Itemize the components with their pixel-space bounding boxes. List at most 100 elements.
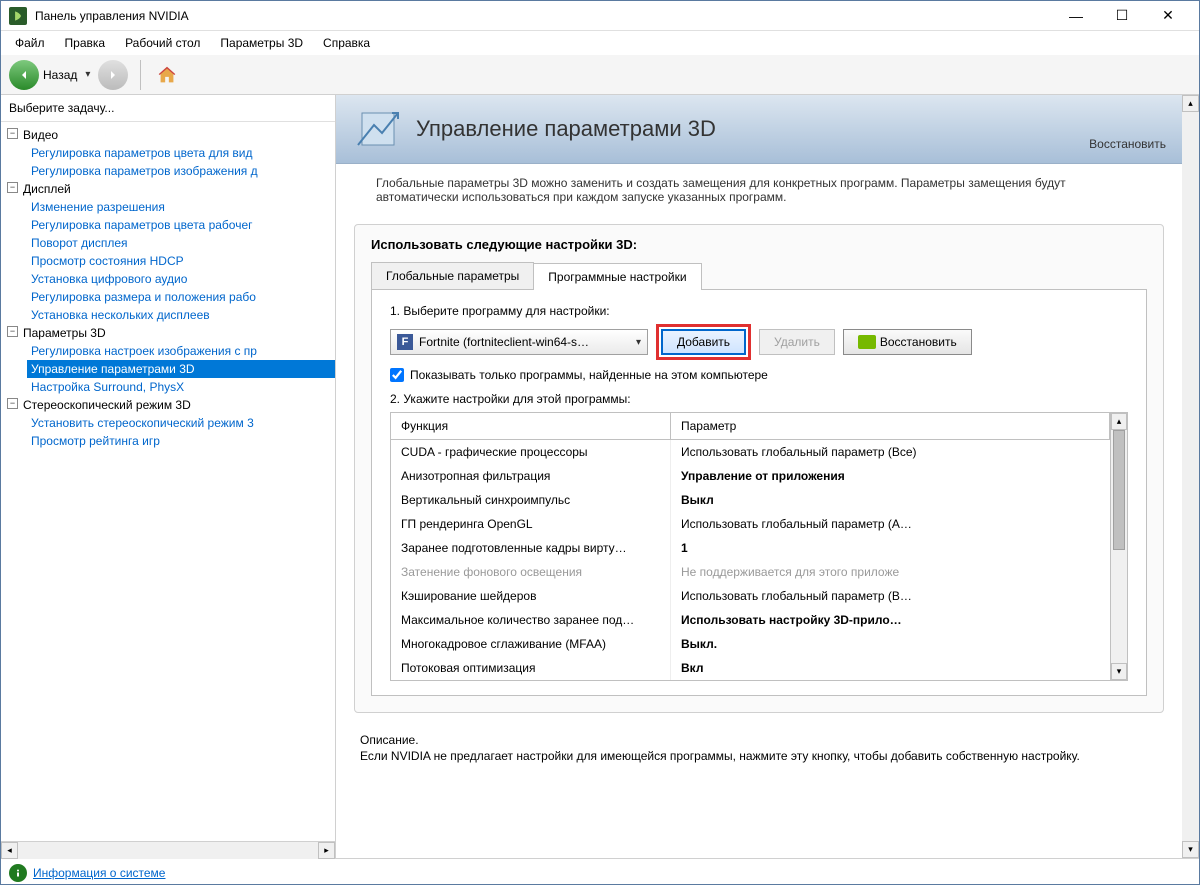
table-row[interactable]: Анизотропная фильтрацияУправление от при… [391, 464, 1110, 488]
program-select[interactable]: F Fortnite (fortniteclient-win64-s… ▾ [390, 329, 648, 355]
step2-label: 2. Укажите настройки для этой программы: [390, 392, 1128, 406]
menu-help[interactable]: Справка [313, 33, 380, 53]
system-info-link[interactable]: Информация о системе [33, 866, 165, 880]
restore-button[interactable]: Восстановить [843, 329, 972, 355]
home-button[interactable] [153, 61, 181, 89]
cell-function: Максимальное количество заранее под… [391, 608, 671, 632]
restore-link[interactable]: Восстановить [1089, 137, 1166, 155]
table-row[interactable]: Потоковая оптимизацияВкл [391, 656, 1110, 680]
minimize-button[interactable]: — [1053, 1, 1099, 31]
content-inner: Управление параметрами 3D Восстановить Г… [336, 95, 1199, 775]
tree-item[interactable]: Поворот дисплея [27, 234, 335, 252]
cell-function: Потоковая оптимизация [391, 656, 671, 680]
table-row[interactable]: Максимальное количество заранее под…Испо… [391, 608, 1110, 632]
content: Управление параметрами 3D Восстановить Г… [336, 95, 1199, 858]
table-row[interactable]: ГП рендеринга OpenGLИспользовать глобаль… [391, 512, 1110, 536]
content-scroll-track[interactable] [1182, 112, 1199, 841]
tree-group: −Стереоскопический режим 3DУстановить ст… [1, 396, 335, 450]
tree-item[interactable]: Просмотр состояния HDCP [27, 252, 335, 270]
tree-toggle[interactable]: − [7, 182, 18, 193]
tree-item[interactable]: Установить стереоскопический режим 3 [27, 414, 335, 432]
cell-parameter: Вкл [671, 656, 1110, 680]
menubar: Файл Правка Рабочий стол Параметры 3D Сп… [1, 31, 1199, 55]
tree-item[interactable]: Установка нескольких дисплеев [27, 306, 335, 324]
cell-parameter: 1 [671, 536, 1110, 560]
scroll-left-arrow[interactable]: ◂ [1, 842, 18, 859]
close-button[interactable]: ✕ [1145, 1, 1191, 31]
maximize-button[interactable]: ☐ [1099, 1, 1145, 31]
settings-box-title: Использовать следующие настройки 3D: [371, 237, 1147, 252]
back-dropdown-arrow[interactable]: ▾ [81, 69, 94, 80]
tree-item[interactable]: Регулировка настроек изображения с пр [27, 342, 335, 360]
tree-item[interactable]: Регулировка размера и положения рабо [27, 288, 335, 306]
tree-group-label[interactable]: Дисплей [1, 180, 335, 198]
add-button-highlight: Добавить [656, 324, 751, 360]
show-only-checkbox[interactable] [390, 368, 404, 382]
forward-button[interactable] [98, 60, 128, 90]
table-row[interactable]: Кэширование шейдеровИспользовать глобаль… [391, 584, 1110, 608]
tree-item[interactable]: Регулировка параметров изображения д [27, 162, 335, 180]
settings-table: Функция Параметр CUDA - графические проц… [390, 412, 1128, 681]
cell-function: Кэширование шейдеров [391, 584, 671, 608]
tree-item[interactable]: Управление параметрами 3D [27, 360, 335, 378]
toolbar-divider [140, 60, 141, 90]
cell-function: CUDA - графические процессоры [391, 440, 671, 464]
show-only-checkbox-row: Показывать только программы, найденные н… [390, 368, 1128, 382]
tree-item[interactable]: Настройка Surround, PhysX [27, 378, 335, 396]
tree-toggle[interactable]: − [7, 398, 18, 409]
content-v-scrollbar: ▴ ▾ [1182, 95, 1199, 858]
tree-group-label[interactable]: Стереоскопический режим 3D [1, 396, 335, 414]
scroll-up-arrow[interactable]: ▴ [1111, 413, 1127, 430]
cell-parameter: Использовать настройку 3D-прило… [671, 608, 1110, 632]
tree-toggle[interactable]: − [7, 326, 18, 337]
sidebar-header: Выберите задачу... [1, 95, 335, 122]
table-row[interactable]: Затенение фонового освещенияНе поддержив… [391, 560, 1110, 584]
cell-parameter: Выкл [671, 488, 1110, 512]
page-description: Глобальные параметры 3D можно заменить и… [336, 164, 1182, 216]
menu-edit[interactable]: Правка [55, 33, 116, 53]
sidebar: Выберите задачу... −ВидеоРегулировка пар… [1, 95, 336, 858]
tree-group: −Параметры 3DРегулировка настроек изобра… [1, 324, 335, 396]
back-button[interactable] [9, 60, 39, 90]
scroll-thumb[interactable] [1113, 430, 1125, 550]
tree-item[interactable]: Изменение разрешения [27, 198, 335, 216]
add-button[interactable]: Добавить [661, 329, 746, 355]
toolbar: Назад ▾ [1, 55, 1199, 95]
tree-item[interactable]: Регулировка параметров цвета рабочег [27, 216, 335, 234]
show-only-label: Показывать только программы, найденные н… [410, 368, 768, 382]
tree-item[interactable]: Просмотр рейтинга игр [27, 432, 335, 450]
col-header-function[interactable]: Функция [391, 413, 671, 439]
task-tree: −ВидеоРегулировка параметров цвета для в… [1, 122, 335, 841]
window-buttons: — ☐ ✕ [1053, 1, 1191, 31]
titlebar: Панель управления NVIDIA — ☐ ✕ [1, 1, 1199, 31]
content-scroll-down[interactable]: ▾ [1182, 841, 1199, 858]
tab-global[interactable]: Глобальные параметры [371, 262, 534, 289]
col-header-parameter[interactable]: Параметр [671, 413, 1110, 439]
page-header-icon [352, 103, 404, 155]
scroll-track[interactable] [1111, 550, 1127, 663]
scroll-down-arrow[interactable]: ▾ [1111, 663, 1127, 680]
nvidia-mini-icon [858, 335, 876, 349]
tree-item[interactable]: Установка цифрового аудио [27, 270, 335, 288]
remove-button: Удалить [759, 329, 835, 355]
settings-table-header: Функция Параметр [391, 413, 1110, 440]
scroll-track[interactable] [18, 842, 318, 859]
menu-desktop[interactable]: Рабочий стол [115, 33, 210, 53]
table-row[interactable]: Вертикальный синхроимпульсВыкл [391, 488, 1110, 512]
tab-program[interactable]: Программные настройки [533, 263, 701, 290]
tree-group-label[interactable]: Видео [1, 126, 335, 144]
cell-function: ГП рендеринга OpenGL [391, 512, 671, 536]
table-row[interactable]: Заранее подготовленные кадры вирту…1 [391, 536, 1110, 560]
menu-file[interactable]: Файл [5, 33, 55, 53]
tree-toggle[interactable]: − [7, 128, 18, 139]
menu-params3d[interactable]: Параметры 3D [210, 33, 313, 53]
table-row[interactable]: CUDA - графические процессорыИспользоват… [391, 440, 1110, 464]
tree-group: −ВидеоРегулировка параметров цвета для в… [1, 126, 335, 180]
content-scroll-up[interactable]: ▴ [1182, 95, 1199, 112]
tree-group-label[interactable]: Параметры 3D [1, 324, 335, 342]
scroll-right-arrow[interactable]: ▸ [318, 842, 335, 859]
tree-item[interactable]: Регулировка параметров цвета для вид [27, 144, 335, 162]
main: Выберите задачу... −ВидеоРегулировка пар… [1, 95, 1199, 858]
page-header: Управление параметрами 3D Восстановить [336, 95, 1182, 164]
table-row[interactable]: Многокадровое сглаживание (MFAA)Выкл. [391, 632, 1110, 656]
